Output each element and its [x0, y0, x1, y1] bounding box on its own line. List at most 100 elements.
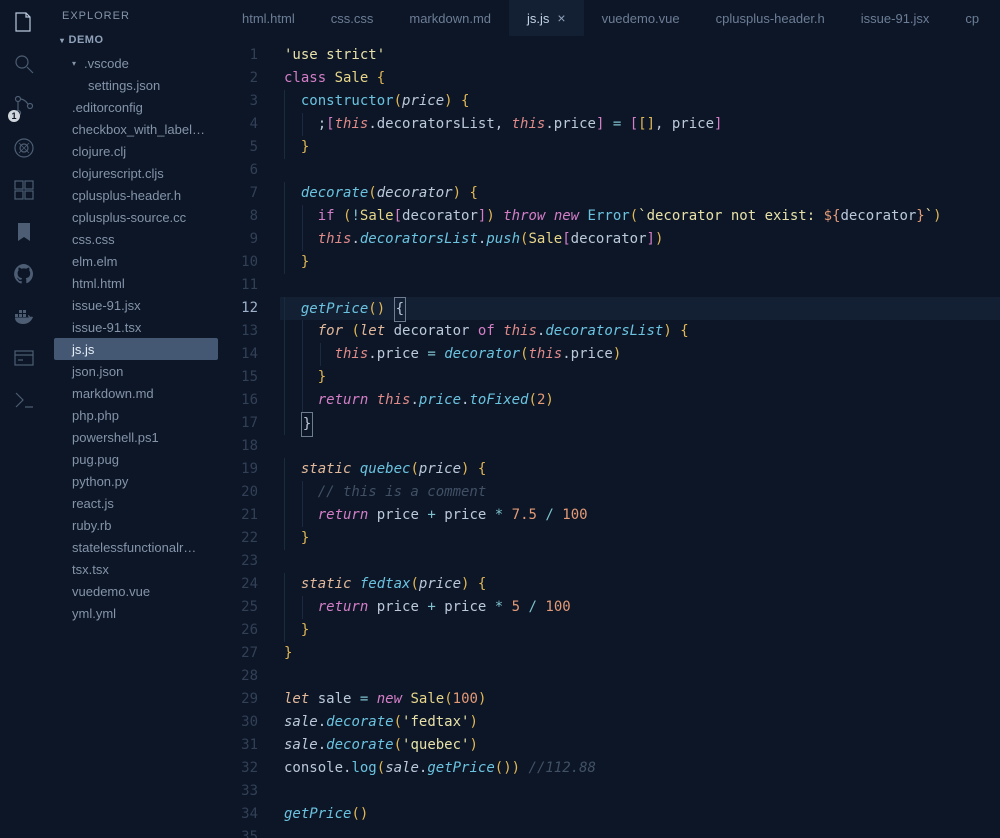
code-line[interactable]: [280, 826, 1000, 838]
code-line[interactable]: getPrice() {: [280, 297, 1000, 320]
code-line[interactable]: }: [280, 251, 1000, 274]
code-line[interactable]: console.log(sale.getPrice()) //112.88: [280, 757, 1000, 780]
code-line[interactable]: [280, 159, 1000, 182]
editor-tab[interactable]: js.js×: [509, 0, 584, 36]
code-line[interactable]: 'use strict': [280, 44, 1000, 67]
code-line[interactable]: [280, 780, 1000, 803]
tree-item-label: python.py: [72, 474, 128, 489]
code-line[interactable]: sale.decorate('fedtax'): [280, 711, 1000, 734]
code-line[interactable]: ;[this.decoratorsList, this.price] = [[]…: [280, 113, 1000, 136]
tree-file[interactable]: clojurescript.cljs: [48, 162, 224, 184]
tree-file[interactable]: tsx.tsx: [48, 558, 224, 580]
editor-tab[interactable]: markdown.md: [391, 0, 509, 36]
code-line[interactable]: static fedtax(price) {: [280, 573, 1000, 596]
code-line[interactable]: sale.decorate('quebec'): [280, 734, 1000, 757]
code-line[interactable]: }: [280, 366, 1000, 389]
code-line[interactable]: [280, 665, 1000, 688]
extensions-icon[interactable]: [12, 178, 36, 202]
tab-label: cplusplus-header.h: [716, 11, 825, 26]
code-line[interactable]: }: [280, 619, 1000, 642]
code-line[interactable]: return price + price * 5 / 100: [280, 596, 1000, 619]
browser-preview-icon[interactable]: [12, 346, 36, 370]
tree-file[interactable]: react.js: [48, 492, 224, 514]
line-number: 35: [224, 826, 258, 838]
tree-file[interactable]: python.py: [48, 470, 224, 492]
code-line[interactable]: this.decoratorsList.push(Sale[decorator]…: [280, 228, 1000, 251]
terminal-icon[interactable]: [12, 388, 36, 412]
code-line[interactable]: }: [280, 412, 1000, 435]
tree-file[interactable]: html.html: [48, 272, 224, 294]
editor[interactable]: 1234567891011121314151617181920212223242…: [224, 36, 1000, 838]
close-icon[interactable]: ×: [557, 10, 565, 26]
editor-tab[interactable]: cp: [947, 0, 997, 36]
code-line[interactable]: constructor(price) {: [280, 90, 1000, 113]
tree-item-label: .editorconfig: [72, 100, 143, 115]
tree-item-label: issue-91.tsx: [72, 320, 141, 335]
tree-file[interactable]: elm.elm: [48, 250, 224, 272]
tree-file[interactable]: checkbox_with_label…: [48, 118, 224, 140]
tree-item-label: react.js: [72, 496, 114, 511]
code-line[interactable]: [280, 274, 1000, 297]
code-line[interactable]: // this is a comment: [280, 481, 1000, 504]
source-control-icon[interactable]: 1: [12, 94, 36, 118]
code-line[interactable]: this.price = decorator(this.price): [280, 343, 1000, 366]
tree-file[interactable]: .editorconfig: [48, 96, 224, 118]
line-number: 1: [224, 44, 258, 67]
line-number: 14: [224, 343, 258, 366]
code-line[interactable]: if (!Sale[decorator]) throw new Error(`d…: [280, 205, 1000, 228]
tab-label: markdown.md: [409, 11, 491, 26]
line-number: 20: [224, 481, 258, 504]
tree-file[interactable]: php.php: [48, 404, 224, 426]
tree-file[interactable]: ruby.rb: [48, 514, 224, 536]
editor-tab[interactable]: issue-91.jsx: [843, 0, 948, 36]
line-number: 4: [224, 113, 258, 136]
tree-file[interactable]: pug.pug: [48, 448, 224, 470]
code-line[interactable]: }: [280, 527, 1000, 550]
code-line[interactable]: decorate(decorator) {: [280, 182, 1000, 205]
tree-file[interactable]: issue-91.tsx: [48, 316, 224, 338]
tree-file[interactable]: issue-91.jsx: [48, 294, 224, 316]
code-line[interactable]: let sale = new Sale(100): [280, 688, 1000, 711]
tree-file[interactable]: cplusplus-source.cc: [48, 206, 224, 228]
search-icon[interactable]: [12, 52, 36, 76]
debug-icon[interactable]: [12, 136, 36, 160]
chevron-down-icon: ▾: [72, 59, 80, 68]
bookmark-icon[interactable]: [12, 220, 36, 244]
code-line[interactable]: for (let decorator of this.decoratorsLis…: [280, 320, 1000, 343]
editor-tab[interactable]: css.css: [313, 0, 392, 36]
github-icon[interactable]: [12, 262, 36, 286]
tree-folder[interactable]: ▾.vscode: [48, 52, 224, 74]
editor-tab[interactable]: cplusplus-header.h: [698, 0, 843, 36]
tree-file[interactable]: yml.yml: [48, 602, 224, 624]
code-line[interactable]: return this.price.toFixed(2): [280, 389, 1000, 412]
tree-file[interactable]: settings.json: [48, 74, 224, 96]
tree-file[interactable]: powershell.ps1: [48, 426, 224, 448]
code-line[interactable]: }: [280, 642, 1000, 665]
tree-file[interactable]: css.css: [48, 228, 224, 250]
code-line[interactable]: class Sale {: [280, 67, 1000, 90]
code-line[interactable]: [280, 550, 1000, 573]
code-line[interactable]: static quebec(price) {: [280, 458, 1000, 481]
tree-item-label: powershell.ps1: [72, 430, 159, 445]
editor-tab[interactable]: html.html: [224, 0, 313, 36]
tree-file[interactable]: clojure.clj: [48, 140, 224, 162]
code-line[interactable]: return price + price * 7.5 / 100: [280, 504, 1000, 527]
tree-file[interactable]: js.js: [54, 338, 218, 360]
editor-tab[interactable]: vuedemo.vue: [584, 0, 698, 36]
code[interactable]: 'use strict'class Sale { constructor(pri…: [280, 44, 1000, 838]
tree-file[interactable]: vuedemo.vue: [48, 580, 224, 602]
code-line[interactable]: }: [280, 136, 1000, 159]
explorer-icon[interactable]: [12, 10, 36, 34]
line-number: 31: [224, 734, 258, 757]
tree-item-label: clojurescript.cljs: [72, 166, 164, 181]
tree-root[interactable]: ▾ DEMO: [48, 30, 224, 52]
code-line[interactable]: [280, 435, 1000, 458]
tree-file[interactable]: json.json: [48, 360, 224, 382]
tree-item-label: checkbox_with_label…: [72, 122, 205, 137]
tree-item-label: ruby.rb: [72, 518, 112, 533]
tree-file[interactable]: statelessfunctionalr…: [48, 536, 224, 558]
code-line[interactable]: getPrice(): [280, 803, 1000, 826]
docker-icon[interactable]: [12, 304, 36, 328]
tree-file[interactable]: markdown.md: [48, 382, 224, 404]
tree-file[interactable]: cplusplus-header.h: [48, 184, 224, 206]
